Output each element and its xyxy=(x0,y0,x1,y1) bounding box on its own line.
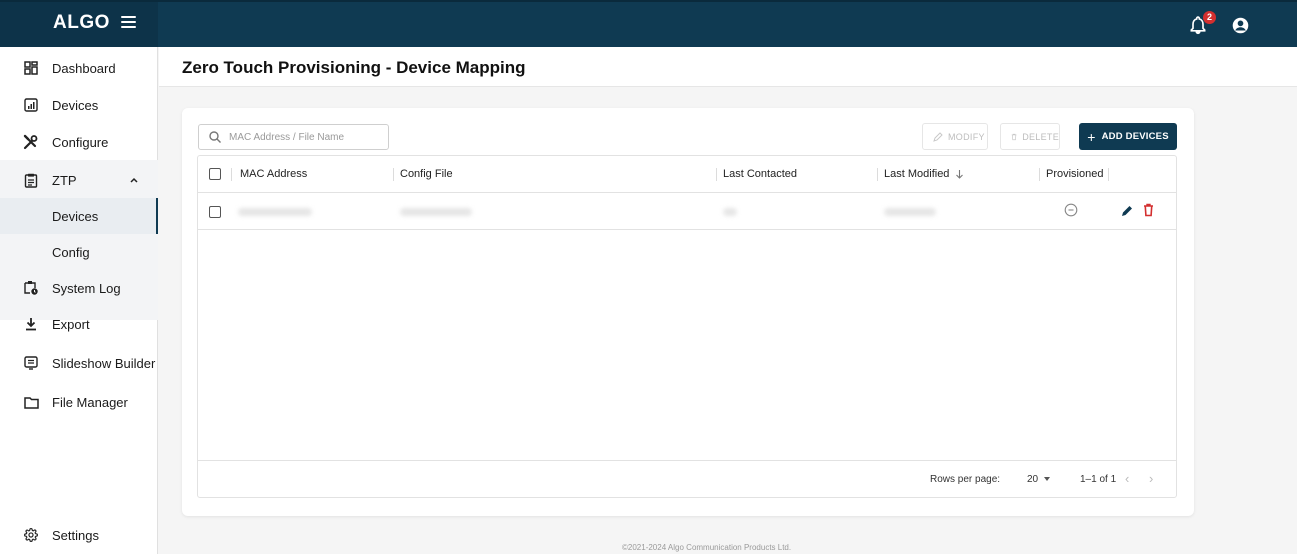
add-devices-label: ADD DEVICES xyxy=(1101,131,1169,142)
page-header: Zero Touch Provisioning - Device Mapping xyxy=(159,47,1297,87)
search-icon xyxy=(209,131,221,143)
sidebar-item-label: Settings xyxy=(52,527,99,543)
sidebar-item-ztp-config[interactable]: Config xyxy=(0,234,158,270)
brand-area: ALGO xyxy=(0,2,158,47)
rows-per-page-select[interactable]: 20 xyxy=(1027,474,1038,485)
modify-button[interactable]: MODIFY xyxy=(922,123,988,150)
sidebar-item-label: Devices xyxy=(52,97,99,113)
dashboard-icon xyxy=(22,59,40,77)
column-header-last-contacted[interactable]: Last Contacted xyxy=(723,168,797,180)
table-row[interactable] xyxy=(198,194,1176,230)
delete-trash-icon[interactable] xyxy=(1143,203,1154,217)
edit-pencil-icon[interactable] xyxy=(1120,204,1134,218)
sidebar-item-ztp-devices[interactable]: Devices xyxy=(0,198,158,234)
tools-icon xyxy=(22,133,40,151)
top-bar: ALGO 2 xyxy=(0,0,1297,47)
sidebar-item-label: Slideshow Builder xyxy=(52,355,156,371)
copyright-footer: ©2021-2024 Algo Communication Products L… xyxy=(622,543,792,552)
column-header-mac-address[interactable]: MAC Address xyxy=(240,168,307,180)
column-header-last-modified[interactable]: Last Modified xyxy=(884,168,949,180)
delete-button[interactable]: DELETE xyxy=(1000,123,1060,150)
search-input[interactable] xyxy=(229,129,379,146)
column-header-provisioned[interactable]: Provisioned xyxy=(1046,168,1103,180)
select-all-checkbox[interactable] xyxy=(209,168,221,180)
column-divider xyxy=(231,168,232,181)
system-log-icon xyxy=(22,279,40,297)
table-header: MAC Address Config File Last Contacted L… xyxy=(198,156,1176,193)
sidebar-item-devices[interactable]: Devices xyxy=(0,87,158,123)
table-pagination: Rows per page: 20 1–1 of 1 ‹ › xyxy=(198,460,1176,497)
clipboard-icon xyxy=(22,171,40,189)
rows-per-page-label: Rows per page: xyxy=(930,474,1001,485)
pagination-range: 1–1 of 1 xyxy=(1080,474,1117,485)
sidebar-item-dashboard[interactable]: Dashboard xyxy=(0,50,158,86)
sidebar-item-system-log[interactable]: System Log xyxy=(0,270,158,306)
download-icon xyxy=(22,315,40,333)
gear-icon xyxy=(22,526,40,544)
column-header-config-file[interactable]: Config File xyxy=(400,168,453,180)
column-divider xyxy=(1108,168,1109,181)
row-checkbox[interactable] xyxy=(209,206,221,218)
notification-badge: 2 xyxy=(1203,11,1216,24)
dropdown-caret-icon[interactable] xyxy=(1044,477,1050,481)
sidebar-item-label: File Manager xyxy=(52,394,128,410)
sidebar-item-label: ZTP xyxy=(52,172,77,188)
previous-page-icon[interactable]: ‹ xyxy=(1125,471,1129,486)
device-mapping-card: MODIFY DELETE + ADD DEVICES MAC Address … xyxy=(182,108,1194,516)
sidebar-item-label: Config xyxy=(52,244,90,260)
column-divider xyxy=(716,168,717,181)
sidebar-item-ztp[interactable]: ZTP xyxy=(0,162,158,198)
column-divider xyxy=(393,168,394,181)
sidebar-item-label: System Log xyxy=(52,280,121,296)
account-icon[interactable] xyxy=(1232,17,1249,34)
column-divider xyxy=(1039,168,1040,181)
device-table: MAC Address Config File Last Contacted L… xyxy=(197,155,1177,498)
sidebar-item-label: Configure xyxy=(52,134,109,150)
trash-icon xyxy=(1011,133,1017,140)
sort-descending-icon[interactable] xyxy=(955,169,964,180)
search-box xyxy=(198,124,389,150)
redacted-config-file xyxy=(400,208,472,216)
redacted-mac-address xyxy=(238,208,312,216)
folder-icon xyxy=(22,393,40,411)
page-title: Zero Touch Provisioning - Device Mapping xyxy=(182,58,526,77)
modify-label: MODIFY xyxy=(948,131,985,142)
slideshow-icon xyxy=(22,354,40,372)
devices-icon xyxy=(22,96,40,114)
chevron-up-icon xyxy=(130,177,138,183)
sidebar-item-label: Devices xyxy=(52,208,99,224)
sidebar: Dashboard Devices Configure ZTP Devices … xyxy=(0,47,158,554)
sidebar-item-file-manager[interactable]: File Manager xyxy=(0,384,158,420)
plus-icon: + xyxy=(1087,128,1096,145)
sidebar-item-configure[interactable]: Configure xyxy=(0,124,158,160)
algo-logo: ALGO xyxy=(53,12,110,33)
next-page-icon[interactable]: › xyxy=(1149,471,1153,486)
pencil-icon xyxy=(933,131,943,142)
delete-label: DELETE xyxy=(1022,131,1059,142)
sidebar-item-settings[interactable]: Settings xyxy=(0,517,158,553)
column-divider xyxy=(877,168,878,181)
menu-toggle-icon[interactable] xyxy=(121,16,136,30)
sidebar-item-label: Export xyxy=(52,316,90,332)
redacted-last-modified xyxy=(884,208,936,216)
sidebar-item-label: Dashboard xyxy=(52,60,116,76)
add-devices-button[interactable]: + ADD DEVICES xyxy=(1079,123,1177,150)
sidebar-item-export[interactable]: Export xyxy=(0,306,158,342)
redacted-last-contacted xyxy=(723,208,737,216)
not-provisioned-icon xyxy=(1064,203,1078,217)
sidebar-item-slideshow-builder[interactable]: Slideshow Builder xyxy=(0,345,158,381)
